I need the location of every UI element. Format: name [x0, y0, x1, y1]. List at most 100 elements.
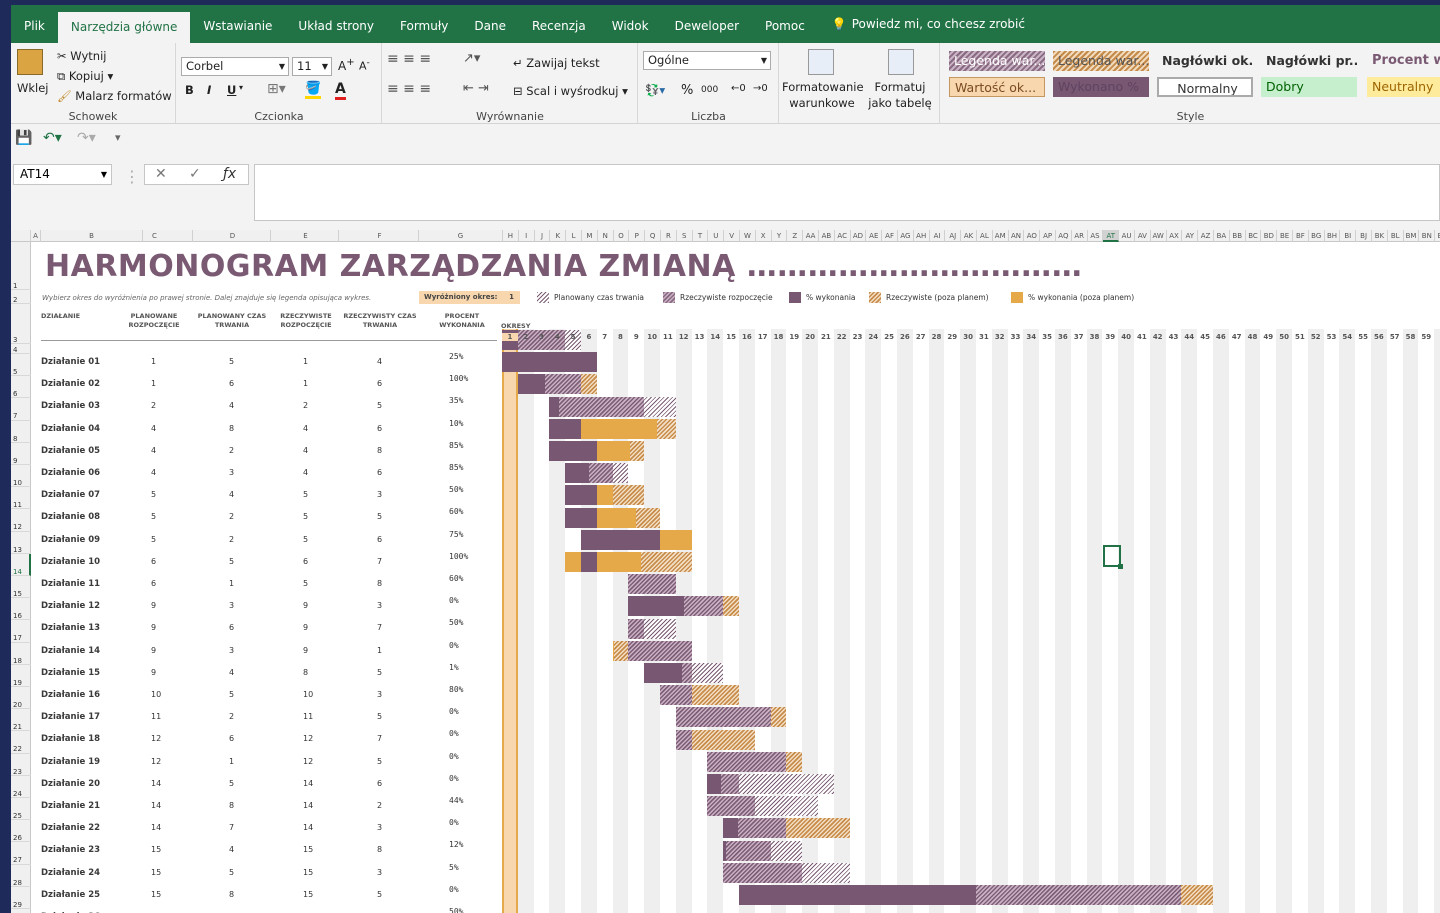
task-value[interactable]: 14: [151, 801, 161, 810]
merge-center-button[interactable]: ⊟ Scal i wyśrodkuj ▾: [513, 84, 628, 98]
row-header[interactable]: 15: [11, 576, 31, 599]
task-value[interactable]: 14: [151, 823, 161, 832]
task-name[interactable]: Działanie 11: [41, 579, 100, 589]
task-name[interactable]: Działanie 06: [41, 468, 100, 478]
row-header[interactable]: 14: [11, 553, 31, 576]
task-value[interactable]: 14: [303, 823, 313, 832]
task-value[interactable]: 8: [229, 801, 234, 810]
col-header[interactable]: M: [582, 230, 598, 242]
task-percent[interactable]: 0%: [449, 752, 459, 761]
task-value[interactable]: 4: [303, 468, 308, 477]
task-value[interactable]: 4: [229, 490, 234, 499]
task-percent[interactable]: 0%: [449, 774, 459, 783]
col-header[interactable]: R: [661, 230, 677, 242]
borders-icon[interactable]: ⊞▾: [267, 81, 286, 97]
format-as-table-button[interactable]: Formatuj jako tabelę: [862, 79, 938, 111]
tab-5[interactable]: Dane: [461, 5, 519, 43]
task-percent[interactable]: 44%: [449, 796, 463, 805]
task-percent[interactable]: 0%: [449, 641, 459, 650]
font-size-select[interactable]: 11 ▼: [292, 57, 332, 76]
col-header[interactable]: P: [629, 230, 646, 242]
task-value[interactable]: 4: [151, 424, 156, 433]
task-name[interactable]: Działanie 05: [41, 446, 100, 456]
function-icon[interactable]: ƒx: [223, 166, 236, 182]
task-value[interactable]: 7: [377, 734, 382, 743]
task-value[interactable]: 15: [303, 868, 313, 877]
col-header[interactable]: Z: [787, 230, 804, 242]
task-value[interactable]: 7: [377, 623, 382, 632]
orientation-icon[interactable]: ↗▾: [463, 51, 480, 66]
row-header[interactable]: 16: [11, 598, 31, 621]
col-header[interactable]: BF: [1293, 230, 1309, 242]
col-header[interactable]: K: [550, 230, 567, 242]
col-header[interactable]: H: [503, 230, 519, 242]
conditional-format-button[interactable]: Formatowanie warunkowe: [782, 79, 864, 111]
cell-style-3[interactable]: Nagłówki pr...: [1261, 51, 1357, 71]
task-name[interactable]: Działanie 10: [41, 557, 100, 567]
task-value[interactable]: 5: [377, 712, 382, 721]
col-header[interactable]: AO: [1024, 230, 1041, 242]
decrease-decimal-icon[interactable]: →0: [753, 83, 768, 94]
task-value[interactable]: 4: [303, 446, 308, 455]
task-percent[interactable]: 0%: [449, 885, 459, 894]
task-value[interactable]: 5: [377, 890, 382, 899]
task-value[interactable]: 3: [229, 601, 234, 610]
task-percent[interactable]: 50%: [449, 618, 463, 627]
task-value[interactable]: 9: [151, 668, 156, 677]
tab-0[interactable]: Plik: [11, 5, 58, 43]
task-name[interactable]: Działanie 02: [41, 379, 100, 389]
row-header[interactable]: 21: [11, 709, 31, 732]
col-header[interactable]: [11, 230, 31, 242]
col-header[interactable]: AK: [961, 230, 977, 242]
row-header[interactable]: 24: [11, 776, 31, 798]
task-value[interactable]: 5: [303, 579, 308, 588]
col-header[interactable]: BI: [1340, 230, 1357, 242]
task-value[interactable]: 6: [377, 468, 382, 477]
tab-4[interactable]: Formuły: [387, 5, 461, 43]
task-percent[interactable]: 50%: [449, 907, 463, 913]
col-header[interactable]: AN: [1009, 230, 1025, 242]
currency-icon[interactable]: 💱▾: [645, 83, 665, 97]
task-percent[interactable]: 85%: [449, 463, 463, 472]
task-value[interactable]: 5: [303, 490, 308, 499]
task-percent[interactable]: 60%: [449, 574, 463, 583]
task-value[interactable]: 1: [377, 646, 382, 655]
row-header[interactable]: 8: [11, 421, 31, 443]
task-value[interactable]: 5: [229, 779, 234, 788]
undo-icon[interactable]: ↶▾: [43, 130, 62, 146]
task-value[interactable]: 3: [377, 601, 382, 610]
row-header[interactable]: 23: [11, 754, 31, 776]
save-icon[interactable]: 💾: [15, 130, 32, 146]
col-header[interactable]: BG: [1309, 230, 1325, 242]
row-header[interactable]: 29: [11, 887, 31, 909]
row-header[interactable]: 9: [11, 443, 31, 465]
col-header[interactable]: AD: [851, 230, 867, 242]
task-value[interactable]: 9: [303, 623, 308, 632]
selected-cell[interactable]: [1103, 545, 1123, 569]
grow-font-button[interactable]: A+: [338, 57, 355, 73]
task-name[interactable]: Działanie 25: [41, 890, 100, 900]
col-header[interactable]: BK: [1372, 230, 1388, 242]
task-value[interactable]: 5: [229, 868, 234, 877]
task-name[interactable]: Działanie 07: [41, 490, 100, 500]
highlight-period-cell[interactable]: Wyróżniony okres: 1: [419, 291, 520, 304]
task-name[interactable]: Działanie 18: [41, 734, 100, 744]
thousands-button[interactable]: 000: [701, 85, 718, 95]
col-header[interactable]: J: [535, 230, 551, 242]
task-value[interactable]: 6: [229, 379, 234, 388]
task-percent[interactable]: 80%: [449, 685, 463, 694]
task-value[interactable]: 3: [377, 823, 382, 832]
paste-button[interactable]: Wklej: [17, 81, 49, 95]
task-value[interactable]: 14: [151, 779, 161, 788]
task-value[interactable]: 9: [151, 601, 156, 610]
task-value[interactable]: 6: [151, 557, 156, 566]
task-name[interactable]: Działanie 17: [41, 712, 100, 722]
col-header[interactable]: F: [341, 230, 419, 242]
task-value[interactable]: 1: [303, 379, 308, 388]
col-header[interactable]: BJ: [1356, 230, 1372, 242]
task-name[interactable]: Działanie 21: [41, 801, 100, 811]
cell-style-2[interactable]: Nagłówki ok...: [1157, 51, 1253, 71]
formula-input[interactable]: [254, 164, 1440, 221]
task-value[interactable]: 5: [229, 690, 234, 699]
task-value[interactable]: 6: [377, 779, 382, 788]
